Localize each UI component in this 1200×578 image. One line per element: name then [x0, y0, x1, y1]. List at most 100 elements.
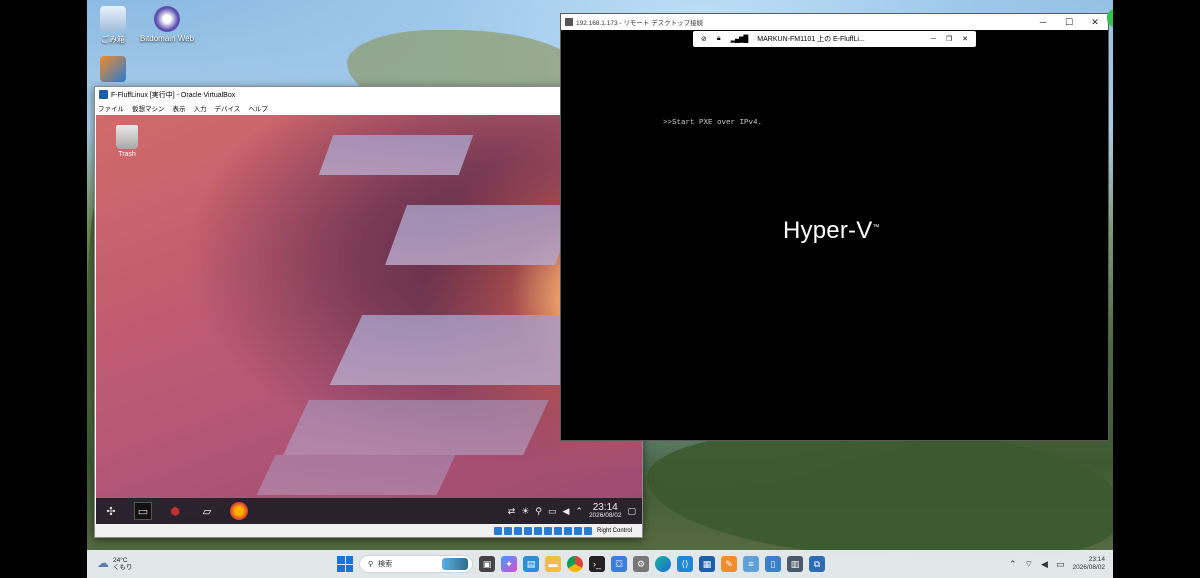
rdp-connection-name: MARKUN-FM1101 上の E-FluffLi...	[757, 36, 865, 43]
cpu-status-icon[interactable]	[573, 526, 582, 535]
maximize-icon[interactable]: ☐	[1056, 14, 1082, 30]
taskbar-date: 2026/08/02	[1072, 564, 1105, 571]
display-tray-icon[interactable]: ▭	[548, 506, 557, 517]
wallpaper-band	[318, 135, 474, 175]
menu-view[interactable]: 表示	[173, 103, 186, 113]
console-output: >>Start PXE over IPv4.	[663, 119, 763, 127]
taskbar-search[interactable]: ⚲ 検索	[359, 555, 473, 573]
start-icon[interactable]	[337, 556, 353, 572]
copilot-icon[interactable]: ✦	[501, 556, 517, 572]
lock-icon[interactable]: 🔒︎	[717, 35, 721, 43]
virtualbox-app-icon	[99, 90, 108, 99]
network-tray-icon[interactable]: ⌔	[1025, 559, 1033, 570]
network-status-icon[interactable]	[523, 526, 532, 535]
battery-tray-icon[interactable]: ▭	[1056, 559, 1065, 570]
taskbar-apps: ⚲ 検索 ▣ ✦ ▤ ▬ ›_ ⛋ ⚙ ⟨⟩ ▦ ✎ ≡ ▯ ▥ ⧉	[337, 555, 825, 573]
desktop-icon-recycle-bin[interactable]: ごみ箱	[87, 6, 141, 45]
chrome-icon[interactable]	[567, 556, 583, 572]
notepad-icon[interactable]: ≡	[743, 556, 759, 572]
rdp-titlebar[interactable]: 192.168.1.173 - リモート デスクトップ接続 ─ ☐ ✕	[561, 14, 1108, 30]
hyperv-logo-tm: ™	[872, 224, 880, 231]
hyperv-logo-text: Hyper-V	[783, 217, 873, 244]
vscode-icon[interactable]: ⟨⟩	[677, 556, 693, 572]
menu-machine[interactable]: 仮想マシン	[132, 103, 165, 113]
terminal-icon[interactable]: ▭	[134, 502, 152, 520]
store-app-icon[interactable]: ⛋	[611, 556, 627, 572]
desktop-icon-label: ごみ箱	[101, 35, 125, 44]
recycle-bin-icon	[100, 6, 126, 32]
phone-link-icon[interactable]: ▯	[765, 556, 781, 572]
signal-strength-icon[interactable]: ▂▄▆█	[731, 35, 749, 43]
rdp-connection-bar: ⊘ 🔒︎ ▂▄▆█ MARKUN-FM1101 上の E-FluffLi... …	[693, 31, 976, 47]
tray-expand-icon[interactable]: ⌃	[575, 506, 583, 517]
file-explorer-icon[interactable]: ▬	[545, 556, 561, 572]
wallpaper-band	[283, 400, 549, 455]
taskbar-clock[interactable]: 23:14 2026/08/02	[1072, 556, 1105, 573]
settings-gear-icon[interactable]: ⚙	[633, 556, 649, 572]
show-desktop-icon[interactable]: ▢	[627, 506, 636, 517]
unpin-icon[interactable]: ⊘	[701, 35, 707, 43]
taskbar-time: 23:14	[1088, 555, 1105, 563]
close-icon[interactable]: ✕	[962, 35, 968, 43]
scenery-valley	[647, 430, 1113, 560]
display-status-icon[interactable]	[553, 526, 562, 535]
paint-app-icon[interactable]: ✎	[721, 556, 737, 572]
photos-app-icon[interactable]: ▤	[523, 556, 539, 572]
task-view-icon[interactable]: ▣	[479, 556, 495, 572]
shared-folder-status-icon[interactable]	[543, 526, 552, 535]
wallpaper-band	[385, 205, 577, 265]
desktop-icon-virtualbox[interactable]	[87, 56, 141, 84]
remote-desktop-window[interactable]: 192.168.1.173 - リモート デスクトップ接続 ─ ☐ ✕ ⊘ 🔒︎…	[560, 13, 1109, 441]
weather-widget[interactable]: ☁ 24°C くもり	[87, 556, 337, 572]
files-app-icon[interactable]: ▱	[198, 502, 216, 520]
edge-icon[interactable]	[655, 556, 671, 572]
firefox-icon[interactable]	[230, 502, 248, 520]
app-launcher-icon[interactable]: ✣	[102, 502, 120, 520]
minimize-icon[interactable]: ─	[931, 36, 936, 43]
audio-status-icon[interactable]	[513, 526, 522, 535]
usb-status-icon[interactable]	[533, 526, 542, 535]
remote-desktop-taskbar-icon[interactable]: ⧉	[809, 556, 825, 572]
settings-app-icon[interactable]: ⬢	[166, 502, 184, 520]
network-tray-icon[interactable]: ⇄	[508, 506, 516, 517]
host-key-label: Right Control	[596, 527, 632, 534]
minimize-icon[interactable]: ─	[1030, 14, 1056, 30]
volume-tray-icon[interactable]: ◀	[562, 506, 569, 517]
search-icon: ⚲	[368, 561, 374, 568]
search-placeholder: 検索	[378, 561, 393, 568]
recording-status-icon[interactable]	[563, 526, 572, 535]
guest-trash-label: Trash	[118, 151, 136, 158]
optical-status-icon[interactable]	[503, 526, 512, 535]
mouse-status-icon[interactable]	[583, 526, 592, 535]
menu-devices[interactable]: デバイス	[215, 103, 241, 113]
weather-temp: 24°C	[113, 556, 128, 564]
virtualbox-statusbar: Right Control	[95, 524, 642, 537]
volume-tray-icon[interactable]: ◀	[1041, 559, 1048, 570]
desktop: ごみ箱 Bitdomain Web F-FluffLinux [実行中] - O…	[87, 0, 1113, 578]
trash-can-icon	[116, 125, 138, 149]
guest-trash-icon[interactable]: Trash	[110, 125, 144, 158]
desktop-icon-browser[interactable]: Bitdomain Web	[139, 6, 195, 43]
close-icon[interactable]: ✕	[1082, 14, 1108, 30]
guest-clock-date: 2026/08/02	[588, 511, 622, 519]
rdp-title: 192.168.1.173 - リモート デスクトップ接続	[576, 20, 704, 27]
guest-panel: ✣ ▭ ⬢ ▱ ⇄ ☀ ⚲ ▭ ◀ ⌃ 23:14 2026/08/02 ▢	[96, 498, 642, 524]
connect-tray-icon[interactable]: ⚲	[535, 506, 542, 517]
virtualbox-taskbar-icon[interactable]: ▦	[699, 556, 715, 572]
guest-clock[interactable]: 23:14 2026/08/02	[588, 502, 622, 520]
windows-taskbar: ☁ 24°C くもり ⚲ 検索 ▣ ✦ ▤ ▬ ›_ ⛋ ⚙ ⟨⟩ ▦ ✎ ≡ …	[87, 550, 1113, 578]
tray-overflow-icon[interactable]: ⌃	[1009, 559, 1017, 570]
menu-input[interactable]: 入力	[194, 103, 207, 113]
restore-icon[interactable]: ❐	[946, 35, 952, 43]
hyperv-manager-icon[interactable]: ▥	[787, 556, 803, 572]
search-highlight-image	[442, 558, 468, 570]
brightness-tray-icon[interactable]: ☀	[521, 506, 529, 517]
menu-help[interactable]: ヘルプ	[248, 103, 268, 113]
menu-file[interactable]: ファイル	[98, 103, 124, 113]
terminal-app-icon[interactable]: ›_	[589, 556, 605, 572]
virtualbox-shortcut-icon	[100, 56, 126, 82]
wallpaper-band	[256, 455, 456, 495]
hdd-status-icon[interactable]	[493, 526, 502, 535]
virtualbox-title: F-FluffLinux [実行中] - Oracle VirtualBox	[111, 91, 236, 99]
system-tray: ⌃ ⌔ ◀ ▭ 23:14 2026/08/02	[1009, 556, 1113, 573]
